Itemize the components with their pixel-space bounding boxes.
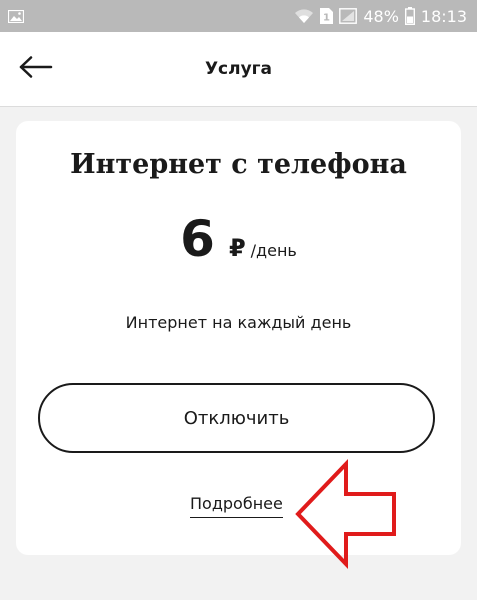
service-name: Интернет с телефона: [70, 149, 407, 180]
status-indicators: 1 48% 18:13: [294, 0, 467, 32]
arrow-left-icon: [19, 56, 53, 82]
battery-icon: [404, 7, 415, 25]
price: 6 ₽ /день: [16, 209, 461, 269]
service-card: Интернет с телефона 6 ₽ /день Интернет н…: [16, 121, 461, 555]
gallery-icon: [7, 8, 25, 24]
service-description: Интернет на каждый день: [125, 313, 352, 332]
clock: 18:13: [420, 6, 467, 26]
signal-icon: [339, 8, 358, 24]
sim-icon: 1: [320, 8, 334, 24]
back-button[interactable]: [10, 49, 62, 89]
details-link[interactable]: Подробнее: [190, 494, 283, 518]
price-currency: ₽: [228, 234, 246, 262]
wifi-icon: [294, 8, 314, 24]
price-value: 6: [180, 210, 215, 268]
disable-button[interactable]: Отключить: [38, 383, 435, 453]
page-title: Услуга: [204, 59, 273, 79]
price-unit: /день: [250, 241, 297, 260]
status-bar: 1 48% 18:13: [0, 0, 477, 32]
battery-level: 48%: [363, 6, 399, 26]
app-header: Услуга: [0, 32, 477, 107]
svg-text:1: 1: [323, 13, 330, 24]
